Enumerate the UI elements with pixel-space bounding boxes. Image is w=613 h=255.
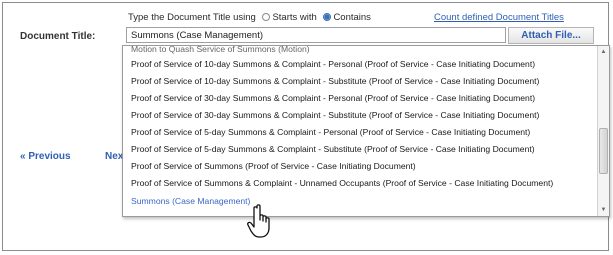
search-mode-hint: Type the Document Title using Starts wit… xyxy=(128,12,371,23)
attach-file-button[interactable]: Attach File... xyxy=(508,27,594,44)
contains-radio[interactable] xyxy=(323,13,332,21)
dropdown-scrollbar[interactable]: ▲ ▼ xyxy=(597,46,609,216)
list-item[interactable]: Proof of Service of 30-day Summons & Com… xyxy=(131,93,535,103)
title-suggestions-dropdown[interactable]: Motion to Quash Service of Summons (Moti… xyxy=(122,45,610,217)
list-item[interactable]: Motion to Quash Service of Summons (Moti… xyxy=(131,46,310,54)
next-link[interactable]: Next xyxy=(105,151,122,162)
starts-with-radio[interactable] xyxy=(262,13,271,21)
list-item[interactable]: Proof of Service of 10-day Summons & Com… xyxy=(131,76,539,86)
list-item[interactable]: Proof of Service of Summons (Proof of Se… xyxy=(131,161,416,171)
search-mode-label: Type the Document Title using xyxy=(128,12,256,23)
scroll-thumb[interactable] xyxy=(599,128,608,174)
count-titles-link[interactable]: Count defined Document Titles xyxy=(434,12,564,23)
list-item[interactable]: Proof of Service of 10-day Summons & Com… xyxy=(131,59,535,69)
scroll-up-arrow-icon[interactable]: ▲ xyxy=(598,47,609,57)
list-item[interactable]: Proof of Service of Summons & Complaint … xyxy=(131,178,553,188)
contains-label[interactable]: Contains xyxy=(333,12,371,23)
starts-with-label[interactable]: Starts with xyxy=(272,12,316,23)
list-item[interactable]: Proof of Service of 30-day Summons & Com… xyxy=(131,110,539,120)
scroll-down-arrow-icon[interactable]: ▼ xyxy=(598,205,609,215)
previous-link[interactable]: « Previous xyxy=(20,151,71,162)
list-item[interactable]: Proof of Service of 5-day Summons & Comp… xyxy=(131,127,530,137)
list-item[interactable]: Proof of Service of 5-day Summons & Comp… xyxy=(131,144,535,154)
list-item-highlighted[interactable]: Summons (Case Management) xyxy=(131,196,250,206)
document-title-input[interactable] xyxy=(126,27,506,43)
hand-pointer-cursor-icon xyxy=(247,204,270,238)
document-title-label: Document Title: xyxy=(20,31,96,42)
